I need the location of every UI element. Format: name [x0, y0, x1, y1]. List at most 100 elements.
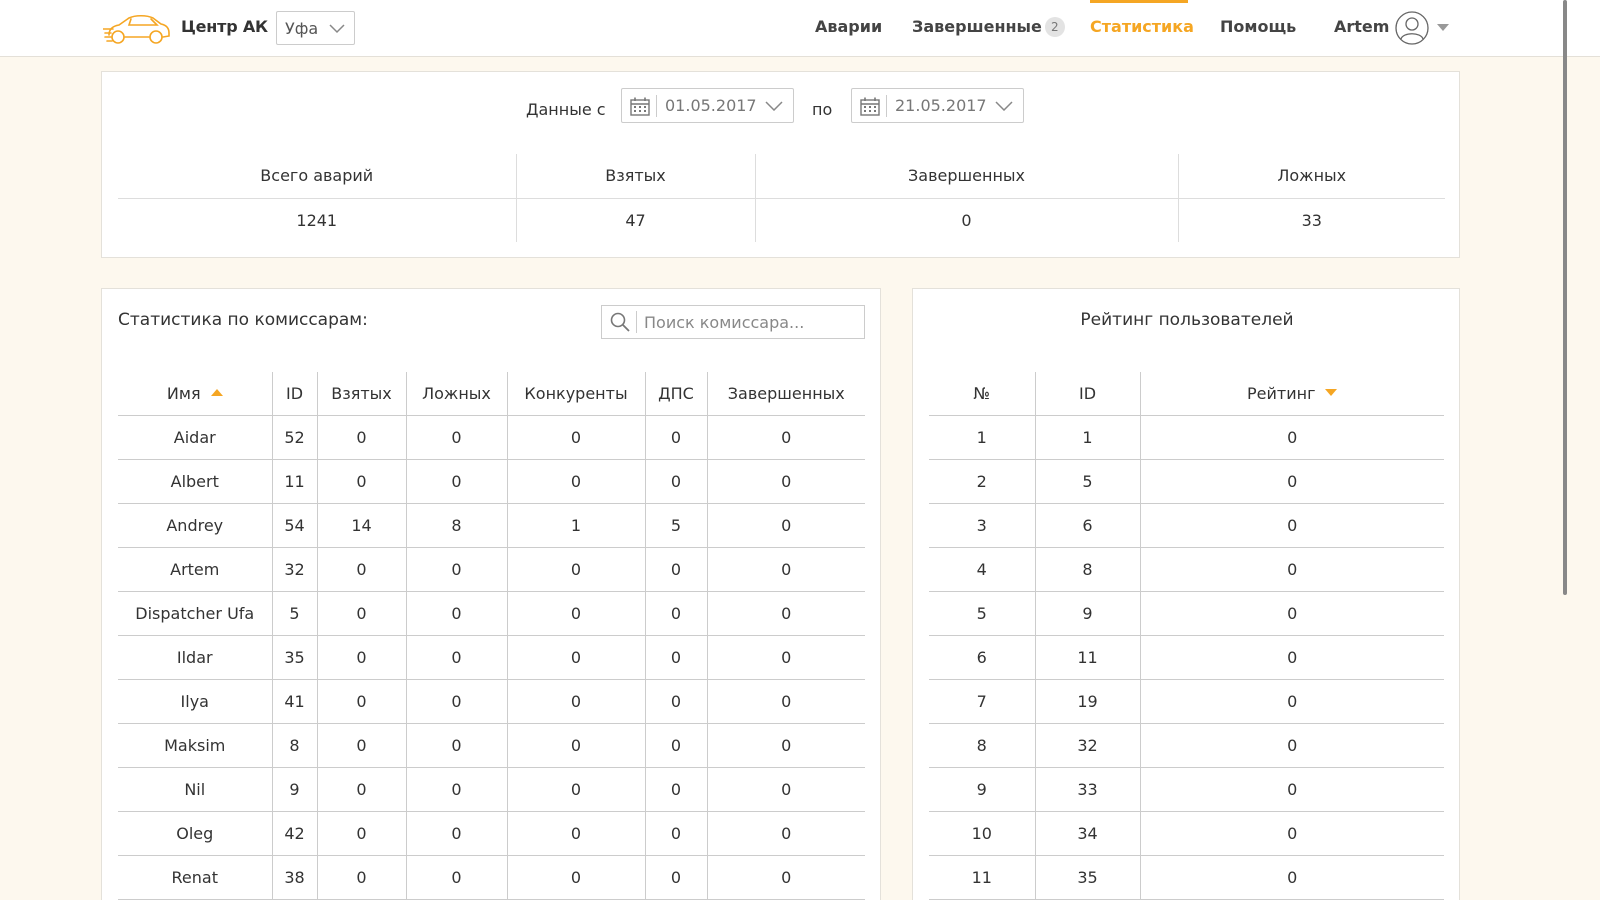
col-number[interactable]: № [929, 372, 1035, 416]
date-from-picker[interactable]: 01.05.2017 [621, 88, 794, 123]
cell-dps: 0 [644, 811, 707, 856]
cell-taken: 0 [316, 767, 406, 812]
table-row[interactable]: 7 19 0 [929, 679, 1444, 724]
cell-id: 8 [271, 723, 317, 768]
cell-rating: 0 [1139, 503, 1444, 548]
cell-false: 0 [405, 415, 507, 460]
cell-false: 0 [405, 767, 507, 812]
table-row[interactable]: Ildar 35 0 0 0 0 0 [118, 635, 865, 680]
cell-competitors: 0 [506, 767, 645, 812]
cell-id: 54 [271, 503, 317, 548]
cell-false: 0 [405, 811, 507, 856]
cell-taken: 0 [316, 855, 406, 900]
table-row[interactable]: Dispatcher Ufa 5 0 0 0 0 0 [118, 591, 865, 636]
cell-dps: 5 [644, 503, 707, 548]
cell-id: 11 [271, 459, 317, 504]
car-logo-icon[interactable] [103, 9, 171, 47]
cell-id: 35 [271, 635, 317, 680]
nav-help[interactable]: Помощь [1220, 17, 1296, 36]
cell-completed: 0 [706, 811, 865, 856]
cell-number: 4 [929, 547, 1035, 592]
table-row[interactable]: 9 33 0 [929, 767, 1444, 812]
chevron-down-icon [995, 101, 1013, 111]
table-row[interactable]: 6 11 0 [929, 635, 1444, 680]
col-rating[interactable]: Рейтинг [1139, 372, 1444, 416]
table-row[interactable]: Renat 38 0 0 0 0 0 [118, 855, 865, 900]
cell-competitors: 1 [506, 503, 645, 548]
cell-name: Artem [118, 547, 272, 592]
cell-id: 41 [271, 679, 317, 724]
nav-statistics[interactable]: Статистика [1090, 17, 1194, 36]
cell-number: 10 [929, 811, 1035, 856]
cell-id: 35 [1034, 855, 1140, 900]
table-row[interactable]: Aidar 52 0 0 0 0 0 [118, 415, 865, 460]
commissar-search[interactable] [601, 305, 865, 339]
cell-false: 0 [405, 855, 507, 900]
table-row[interactable]: 480 [929, 547, 1444, 592]
table-row[interactable]: Albert 11 0 0 0 0 0 [118, 459, 865, 504]
table-row[interactable]: Artem 32 0 0 0 0 0 [118, 547, 865, 592]
user-name[interactable]: Artem [1334, 17, 1389, 36]
summary-col-completed: Завершенных [754, 154, 1178, 199]
cell-competitors: 0 [506, 547, 645, 592]
cell-number: 11 [929, 855, 1035, 900]
table-row[interactable]: Andrey 54 14 8 1 5 0 [118, 503, 865, 548]
cell-taken: 0 [316, 635, 406, 680]
divider [636, 311, 637, 333]
cell-rating: 0 [1139, 767, 1444, 812]
col-false[interactable]: Ложных [405, 372, 507, 416]
caret-down-icon[interactable] [1437, 24, 1449, 32]
cell-completed: 0 [706, 723, 865, 768]
rating-table: № ID Рейтинг 1 1 0 2 5 0 3 6 0 4 8 0 5 9 0 6 11 0 7 19 0 8 32 0… [929, 372, 1444, 900]
date-to-value: 21.05.2017 [895, 96, 987, 115]
col-rating-label: Рейтинг [1247, 383, 1316, 403]
commissars-table: Имя ID Взятых Ложных Конкуренты ДПС Заве… [118, 372, 865, 900]
table-row[interactable]: Nil 9 0 0 0 0 0 [118, 767, 865, 812]
cell-false: 0 [405, 635, 507, 680]
cell-competitors: 0 [506, 679, 645, 724]
top-navbar: Центр АК Уфа Аварии Завершенные 2 Статист… [0, 0, 1600, 57]
cell-id: 42 [271, 811, 317, 856]
nav-accidents[interactable]: Аварии [815, 17, 882, 36]
cell-name: Andrey [118, 503, 272, 548]
col-dps[interactable]: ДПС [644, 372, 707, 416]
table-row[interactable]: 10 34 0 [929, 811, 1444, 856]
cell-name: Oleg [118, 811, 272, 856]
summary-col-total: Всего аварий [118, 154, 516, 199]
table-row[interactable]: Oleg 42 0 0 0 0 0 [118, 811, 865, 856]
summary-value-row: 1241 47 0 33 [118, 198, 1445, 242]
chevron-down-icon [329, 24, 345, 34]
sort-descending-icon [1325, 388, 1338, 396]
col-id[interactable]: ID [1034, 372, 1140, 416]
cell-rating: 0 [1139, 811, 1444, 856]
table-row[interactable]: Ilya 41 0 0 0 0 0 [118, 679, 865, 724]
search-input[interactable] [644, 311, 856, 333]
user-avatar-icon[interactable] [1395, 11, 1429, 45]
table-row[interactable]: Maksim 8 0 0 0 0 0 [118, 723, 865, 768]
active-tab-indicator [1090, 0, 1188, 3]
cell-completed: 0 [706, 855, 865, 900]
col-name[interactable]: Имя [118, 372, 272, 416]
col-id[interactable]: ID [271, 372, 317, 416]
col-taken[interactable]: Взятых [316, 372, 406, 416]
table-row[interactable]: 11 35 0 [929, 855, 1444, 900]
table-row[interactable]: 360 [929, 503, 1444, 548]
date-to-picker[interactable]: 21.05.2017 [851, 88, 1024, 123]
table-row[interactable]: 8 32 0 [929, 723, 1444, 768]
col-completed[interactable]: Завершенных [706, 372, 865, 416]
cell-number: 6 [929, 635, 1035, 680]
page-scrollbar[interactable] [1563, 0, 1567, 595]
city-select[interactable]: Уфа [276, 11, 355, 45]
nav-completed[interactable]: Завершенные 2 [912, 17, 1065, 37]
table-row[interactable]: 590 [929, 591, 1444, 636]
col-competitors[interactable]: Конкуренты [506, 372, 645, 416]
cell-taken: 0 [316, 679, 406, 724]
cell-id: 6 [1034, 503, 1140, 548]
cell-id: 33 [1034, 767, 1140, 812]
cell-name: Aidar [118, 415, 272, 460]
table-row[interactable]: 250 [929, 459, 1444, 504]
cell-dps: 0 [644, 855, 707, 900]
cell-dps: 0 [644, 679, 707, 724]
table-row[interactable]: 110 [929, 415, 1444, 460]
cell-false: 8 [405, 503, 507, 548]
